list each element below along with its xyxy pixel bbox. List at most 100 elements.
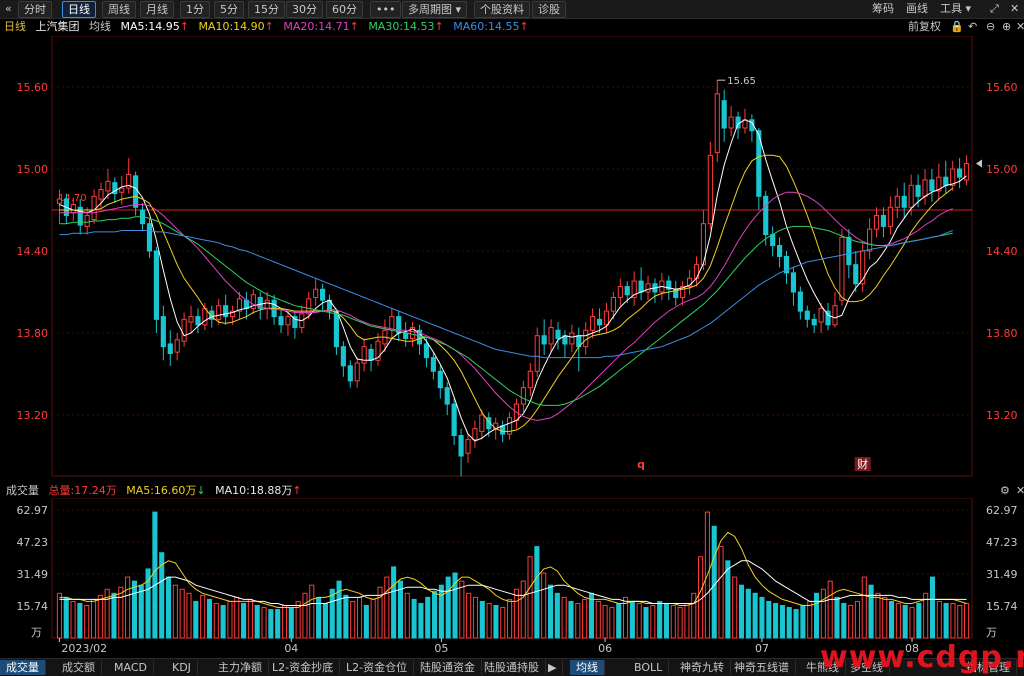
ma-label[interactable]: 均线 [89, 20, 111, 33]
candle-body [306, 298, 312, 315]
volume-bar [909, 607, 915, 639]
volume-bar [663, 602, 670, 639]
candle-body [645, 283, 651, 293]
tab-1min[interactable]: 1分 [180, 1, 210, 18]
main-chart-legend: 日线 上汽集团 均线 MA5:14.95↑ MA10:14.90↑ MA20:1… [4, 20, 535, 34]
volume-y-tick-right: 47.23 [986, 536, 1018, 549]
candle-body [590, 316, 596, 331]
volume-bar [268, 609, 274, 639]
candle-body [804, 310, 810, 320]
close-icon[interactable]: ✕ [1016, 484, 1024, 498]
chevron-left-icon[interactable]: « [5, 2, 12, 16]
more-button[interactable]: ••• [370, 1, 402, 18]
volume-bar [916, 602, 922, 639]
indicator-tab-3[interactable]: KDJ [166, 660, 198, 675]
undo-icon[interactable]: ↶ [968, 20, 977, 34]
volume-bar [70, 600, 76, 639]
indicator-tab-10[interactable]: 均线 [570, 660, 605, 675]
volume-bar [445, 576, 451, 639]
y-tick-label-left: 13.80 [17, 327, 49, 340]
indicator-tab-1[interactable]: 成交额 [56, 660, 102, 675]
volume-title: 成交量 [6, 484, 39, 497]
close-icon[interactable]: ✕ [1016, 20, 1024, 34]
x-tick-label: 2023/02 [61, 642, 107, 655]
plot-border [51, 36, 973, 477]
candle-body [333, 310, 340, 348]
volume-bar [848, 605, 854, 639]
volume-bar [275, 609, 281, 639]
period-toolbar: « 分时 日线 周线 月线 1分 5分 15分 30分 60分 ••• 多周期图 ▾ 个股资料 诊股 筹… [0, 0, 1024, 19]
stock-profile-button[interactable]: 个股资料 [474, 1, 530, 18]
tab-intraday[interactable]: 分时 [18, 1, 52, 18]
candle-body [340, 346, 346, 367]
x-tick-label: 05 [434, 642, 448, 655]
indicator-tab-4[interactable]: 主力净额 [212, 660, 269, 675]
indicator-tab-11[interactable]: BOLL [628, 660, 670, 675]
candle-body [728, 116, 734, 129]
close-icon[interactable]: ✕ [1010, 2, 1019, 16]
volume-bar [773, 602, 779, 639]
candle-body [811, 318, 817, 326]
volume-bar [861, 576, 867, 639]
tab-weekly[interactable]: 周线 [102, 1, 136, 18]
ma20-value: MA20:14.71 [283, 20, 350, 33]
volume-bar [466, 592, 472, 639]
volume-bar [547, 584, 554, 639]
candle-body [320, 288, 326, 301]
zoom-in-icon[interactable]: ⊕ [1002, 20, 1011, 34]
volume-y-tick-left: 31.49 [17, 568, 49, 581]
settings-icon[interactable]: ⚙ [1000, 484, 1010, 498]
tab-monthly[interactable]: 月线 [140, 1, 174, 18]
y-tick-label-right: 15.00 [986, 163, 1018, 176]
indicator-tab-2[interactable]: MACD [108, 660, 154, 675]
volume-bar [56, 592, 62, 639]
candle-body [901, 195, 907, 208]
zoom-out-icon[interactable]: ⊖ [986, 20, 995, 34]
volume-chart[interactable]: 62.97 62.97 47.23 47.23 31.49 31.49 15.74 15.74… [0, 498, 1024, 658]
y-tick-label-right: 15.60 [986, 81, 1018, 94]
tab-daily[interactable]: 日线 [62, 1, 96, 18]
indicator-tab-12[interactable]: 神奇九转 [674, 660, 731, 675]
multi-period-button[interactable]: 多周期图 ▾ [402, 1, 468, 18]
volume-bar [77, 602, 83, 639]
volume-bar [472, 596, 479, 639]
adjust-mode-button[interactable]: 前复权 [908, 20, 941, 34]
indicator-tab-6[interactable]: L2-资金仓位 [340, 660, 415, 675]
indicator-tab-9[interactable]: ▶ [542, 660, 564, 675]
tools-button[interactable]: 工具 ▾ [940, 2, 971, 16]
tab-30min[interactable]: 30分 [286, 1, 323, 18]
tab-60min[interactable]: 60分 [326, 1, 363, 18]
indicator-tab-13[interactable]: 神奇五线谱 [728, 660, 796, 675]
x-tick-label: 04 [284, 642, 298, 655]
candle-body [354, 362, 360, 382]
tab-5min[interactable]: 5分 [214, 1, 244, 18]
candlestick-chart[interactable]: 15.60 15.60 15.00 15.00 14.40 14.40 13.80 13.80… [0, 36, 1024, 478]
candle-body [403, 332, 409, 339]
x-tick-label: 07 [755, 642, 769, 655]
draw-line-button[interactable]: 画线 [906, 2, 928, 16]
volume-bar [841, 602, 847, 639]
chips-button[interactable]: 筹码 [872, 2, 894, 16]
candle-body [423, 343, 430, 359]
volume-bar [650, 605, 656, 639]
up-arrow-icon: ↑ [292, 484, 302, 497]
candle-body [56, 198, 63, 204]
candle-body [465, 439, 471, 454]
indicator-tab-5[interactable]: L2-资金抄底 [266, 660, 341, 675]
volume-bar [302, 592, 308, 639]
volume-bar [609, 607, 615, 639]
volume-bar [868, 584, 874, 639]
candle-body [527, 370, 533, 389]
candle-body [520, 387, 526, 405]
volume-bar [459, 580, 465, 639]
volume-bar [875, 592, 881, 639]
restore-window-icon[interactable]: ⤢ [990, 2, 999, 16]
indicator-tab-8[interactable]: 陆股通持股 [478, 660, 546, 675]
candle-body [188, 316, 194, 323]
lock-icon[interactable]: 🔒 [950, 20, 964, 34]
diagnose-button[interactable]: 诊股 [532, 1, 566, 18]
tab-15min[interactable]: 15分 [248, 1, 285, 18]
volume-bar [602, 605, 608, 639]
indicator-tab-0[interactable]: 成交量 [0, 660, 46, 675]
indicator-tab-7[interactable]: 陆股通资金 [414, 660, 482, 675]
